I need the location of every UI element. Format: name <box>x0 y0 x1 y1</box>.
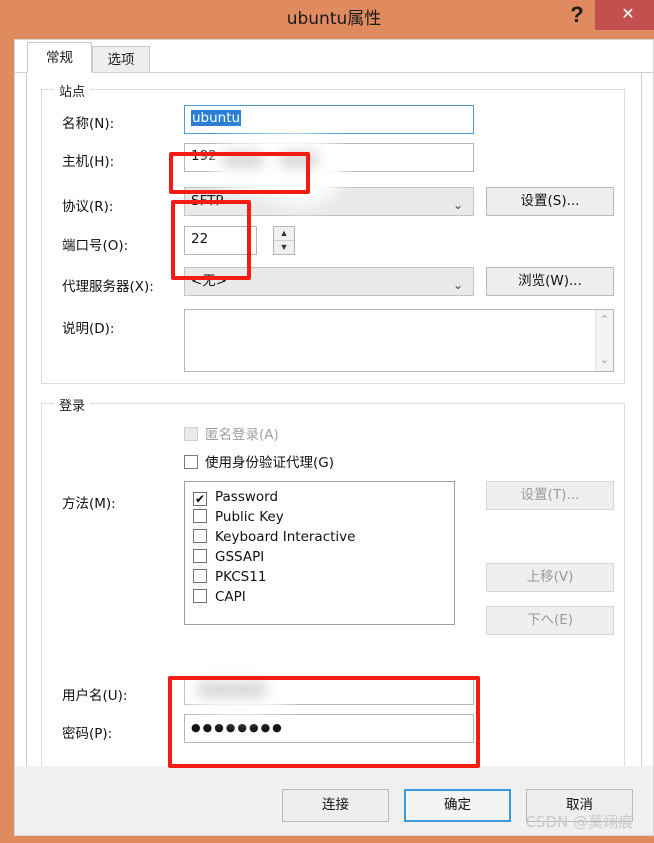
login-group-title: 登录 <box>54 395 91 414</box>
proxy-select-value: <无> <box>191 273 228 289</box>
checkbox-box-icon[interactable] <box>193 589 207 603</box>
list-item-label: Keyboard Interactive <box>215 529 356 545</box>
description-scrollbar[interactable]: ⌃ ⌄ <box>595 310 613 371</box>
checkbox-box-icon[interactable]: ✔ <box>193 492 207 506</box>
scroll-up-icon[interactable]: ⌃ <box>596 312 613 329</box>
description-label: 说明(D): <box>62 321 115 337</box>
port-spinner[interactable]: ▲ ▼ <box>273 226 295 255</box>
name-input-value: ubuntu <box>191 110 242 126</box>
list-item[interactable]: Keyboard Interactive <box>185 527 454 547</box>
list-item-label: CAPI <box>215 589 246 605</box>
move-down-button: 下へ(E) <box>486 606 614 635</box>
username-input[interactable] <box>184 676 474 705</box>
move-up-button: 上移(V) <box>486 563 614 592</box>
dialog-client-area: 常规 选项 站点 名称(N): ubuntu 主机(H): 192 协议(R):… <box>14 39 654 836</box>
list-item[interactable]: ✔ Password <box>185 487 454 507</box>
window-title: ubuntu属性 <box>286 9 382 29</box>
protocol-select[interactable]: SFTP ⌄ <box>184 187 474 216</box>
tab-options[interactable]: 选项 <box>92 46 150 73</box>
proxy-select[interactable]: <无> ⌄ <box>184 267 474 296</box>
chevron-down-icon: ⌄ <box>452 278 463 292</box>
title-bar: ubuntu属性 ? ✕ <box>7 0 654 39</box>
scroll-down-icon[interactable]: ⌄ <box>596 352 613 369</box>
method-label: 方法(M): <box>62 496 116 512</box>
connect-button[interactable]: 连接 <box>282 789 389 822</box>
proxy-label: 代理服务器(X): <box>62 279 154 295</box>
protocol-settings-button[interactable]: 设置(S)... <box>486 187 614 216</box>
list-item[interactable]: Public Key <box>185 507 454 527</box>
site-group-title: 站点 <box>54 81 91 100</box>
protocol-select-value: SFTP <box>191 193 224 209</box>
port-input-value: 22 <box>191 231 209 247</box>
list-item-label: Public Key <box>215 509 284 525</box>
tab-strip: 常规 选项 <box>15 40 653 73</box>
checkbox-box-icon[interactable] <box>193 509 207 523</box>
host-label: 主机(H): <box>62 154 115 170</box>
watermark: CSDN @莫翊痕 <box>525 813 633 831</box>
auth-method-list[interactable]: ✔ Password Public Key Keyboard Interactiv… <box>184 481 455 625</box>
list-item-label: PKCS11 <box>215 569 267 585</box>
close-icon[interactable]: ✕ <box>595 0 654 30</box>
list-item[interactable]: GSSAPI <box>185 547 454 567</box>
list-item-label: GSSAPI <box>215 549 265 565</box>
protocol-label: 协议(R): <box>62 199 114 215</box>
tab-page-general: 站点 名称(N): ubuntu 主机(H): 192 协议(R): SFTP … <box>26 73 642 797</box>
host-input-value: 192 <box>191 148 217 164</box>
spinner-down-icon[interactable]: ▼ <box>274 241 294 255</box>
use-auth-agent-checkbox[interactable]: 使用身份验证代理(G) <box>184 451 334 471</box>
anonymous-login-checkbox: 匿名登录(A) <box>184 423 279 443</box>
password-label: 密码(P): <box>62 726 113 742</box>
spinner-up-icon[interactable]: ▲ <box>274 227 294 241</box>
username-label: 用户名(U): <box>62 688 128 704</box>
name-input[interactable]: ubuntu <box>184 105 474 134</box>
list-item[interactable]: PKCS11 <box>185 567 454 587</box>
host-input[interactable]: 192 <box>184 143 474 172</box>
list-item-label: Password <box>215 489 279 505</box>
help-icon[interactable]: ? <box>560 0 594 32</box>
checkbox-box-icon[interactable] <box>193 569 207 583</box>
anonymous-login-label: 匿名登录(A) <box>205 427 279 443</box>
tab-general[interactable]: 常规 <box>27 42 92 73</box>
port-label: 端口号(O): <box>62 238 129 254</box>
checkbox-box-icon <box>184 427 198 441</box>
use-auth-agent-label: 使用身份验证代理(G) <box>205 455 334 471</box>
ok-button[interactable]: 确定 <box>404 789 511 822</box>
checkbox-box-icon[interactable] <box>193 549 207 563</box>
method-settings-button: 设置(T)... <box>486 481 614 510</box>
name-label: 名称(N): <box>62 116 115 132</box>
port-input[interactable]: 22 <box>184 226 257 255</box>
properties-dialog-window: ubuntu属性 ? ✕ 常规 选项 站点 名称(N): ubuntu 主机(H… <box>0 0 654 843</box>
checkbox-box-icon[interactable] <box>193 529 207 543</box>
password-input[interactable]: ●●●●●●●● <box>184 714 474 743</box>
list-item[interactable]: CAPI <box>185 587 454 607</box>
proxy-browse-button[interactable]: 浏览(W)... <box>486 267 614 296</box>
checkbox-box-icon <box>184 455 198 469</box>
description-textarea[interactable]: ⌃ ⌄ <box>184 309 614 372</box>
chevron-down-icon: ⌄ <box>452 198 463 212</box>
password-input-value: ●●●●●●●● <box>191 721 284 734</box>
